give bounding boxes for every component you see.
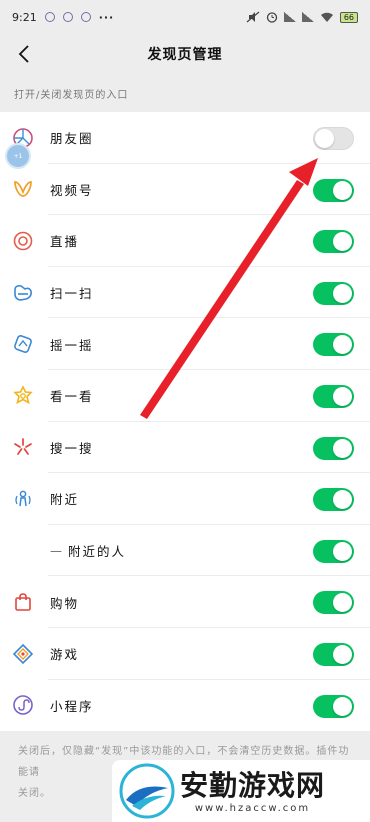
row-nearby: 附近 (0, 473, 370, 525)
row-label: 视频号 (50, 182, 94, 198)
notification-icon (62, 12, 73, 22)
signal-icon (301, 12, 314, 22)
shake-icon (12, 333, 34, 355)
status-bar: 9:21 ··· 66 (0, 0, 370, 34)
toggle-top-stories[interactable] (313, 384, 354, 408)
scan-icon (12, 282, 34, 304)
row-live: 直播 (0, 215, 370, 267)
shopping-icon (12, 591, 34, 613)
toggle-shopping[interactable] (313, 591, 354, 615)
mini-program-icon (12, 694, 34, 716)
page-title: 发现页管理 (147, 47, 223, 63)
row-people-nearby: — 附近的人 (0, 525, 370, 577)
wifi-icon (320, 12, 333, 22)
sub-item-dash: — (50, 543, 62, 558)
row-label: 摇一摇 (50, 337, 94, 353)
site-logo-icon (119, 763, 175, 819)
battery-icon: 66 (339, 11, 358, 23)
row-label: 搜一搜 (50, 440, 94, 456)
notification-icon (80, 12, 91, 22)
toggle-live[interactable] (313, 230, 354, 254)
row-label: 购物 (50, 595, 80, 611)
row-search: 搜一搜 (0, 422, 370, 474)
toggle-people-nearby[interactable] (313, 539, 354, 563)
row-moments: 朋友圈 (0, 112, 370, 164)
row-scan: 扫一扫 (0, 267, 370, 319)
floating-assistant-ball[interactable]: +1 (5, 143, 31, 169)
section-label: 打开/关闭发现页的入口 (14, 90, 129, 101)
row-label: 附近的人 (68, 544, 127, 560)
toggle-nearby[interactable] (313, 488, 354, 512)
toggle-games[interactable] (313, 642, 354, 666)
row-shake: 摇一摇 (0, 318, 370, 370)
search-icon (12, 436, 34, 458)
notification-icon (44, 12, 55, 22)
float-ball-text: +1 (13, 152, 23, 160)
row-games: 游戏 (0, 628, 370, 680)
back-button[interactable] (10, 40, 38, 68)
row-label: 小程序 (50, 698, 94, 714)
toggle-search[interactable] (313, 436, 354, 460)
discover-entry-list: 朋友圈 视频号 直播 扫一扫 摇一摇 看一看 搜一搜 附近 — 附近的人 购物 … (0, 112, 370, 732)
nav-bar: 发现页管理 (0, 34, 370, 74)
row-label: 朋友圈 (50, 131, 94, 147)
watermark-title: 安勤游戏网 (180, 768, 326, 802)
channels-icon (12, 178, 34, 200)
row-label: 看一看 (50, 389, 94, 405)
toggle-scan[interactable] (313, 281, 354, 305)
nearby-icon (12, 488, 34, 510)
top-stories-icon (12, 384, 34, 407)
silent-icon (246, 11, 260, 23)
status-time: 9:21 (12, 10, 37, 24)
status-more: ··· (98, 10, 115, 24)
row-shopping: 购物 (0, 576, 370, 628)
watermark-url: www.hzaccw.com (194, 802, 311, 814)
row-label: 游戏 (50, 647, 80, 663)
row-mini-program: 小程序 (0, 680, 370, 732)
live-icon (12, 230, 34, 252)
row-channels: 视频号 (0, 164, 370, 216)
toggle-channels[interactable] (313, 178, 354, 202)
toggle-mini-program[interactable] (313, 694, 354, 718)
row-label: 直播 (50, 234, 80, 250)
games-icon (12, 643, 34, 665)
signal-icon (283, 12, 296, 22)
alarm-icon (266, 12, 277, 23)
row-label: 附近 (50, 492, 80, 508)
chevron-left-icon (18, 45, 29, 63)
toggle-moments[interactable] (313, 127, 354, 150)
row-top-stories: 看一看 (0, 370, 370, 422)
toggle-shake[interactable] (313, 333, 354, 357)
watermark-banner: 安勤游戏网 www.hzaccw.com (112, 760, 370, 822)
row-label: 扫一扫 (50, 286, 94, 302)
